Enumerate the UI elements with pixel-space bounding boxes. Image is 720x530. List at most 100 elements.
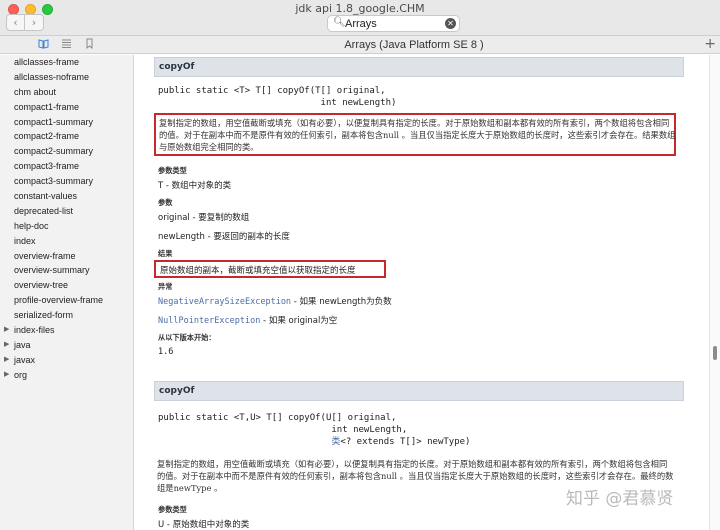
sidebar-item[interactable]: constant-values: [0, 189, 133, 204]
param-text: newLength - 要返回的副本的长度: [158, 232, 290, 242]
search-icon: 🔍︎: [333, 17, 346, 28]
sidebar-item[interactable]: serialized-form: [0, 308, 133, 323]
result-label: 结果: [158, 249, 173, 258]
type-param-item: U - 原始数组中对象的类: [154, 518, 249, 530]
sidebar-item-label: compact2-frame: [14, 131, 80, 142]
sidebar-item-label: allclasses-noframe: [14, 71, 90, 82]
method-header: copyOf: [154, 381, 684, 401]
sidebar-list: allclasses-frame allclasses-noframe chm ab…: [0, 55, 133, 383]
throws-label: 异常: [158, 282, 173, 291]
sidebar-item[interactable]: ▶ org: [0, 368, 133, 383]
highlight-box-description: 复制指定的数组，用空值截断或填充（如有必要），以便复制具有指定的长度。对于原始数…: [154, 113, 676, 156]
document-content: copyOf public static <T> T[] copyOf(T[] …: [134, 55, 709, 530]
sidebar-item-label: overview-frame: [14, 250, 76, 261]
sidebar-item-label: org: [14, 369, 28, 380]
book-icon[interactable]: [38, 38, 49, 51]
sidebar-item-label: serialized-form: [14, 310, 74, 321]
sidebar-item-label: constant-values: [14, 191, 78, 202]
sidebar-item[interactable]: compact1-summary: [0, 115, 133, 130]
sidebar-item-label: deprecated-list: [14, 205, 74, 216]
search-input[interactable]: [345, 16, 440, 31]
disclosure-triangle-icon[interactable]: ▶: [4, 323, 9, 338]
sidebar-item[interactable]: allclasses-noframe: [0, 70, 133, 85]
signature-line: int newLength): [158, 98, 397, 108]
sidebar-item[interactable]: overview-tree: [0, 278, 133, 293]
sidebar-item[interactable]: compact1-frame: [0, 100, 133, 115]
disclosure-triangle-icon[interactable]: ▶: [4, 338, 9, 353]
sidebar-item-label: java: [14, 339, 31, 350]
type-param-item: T - 数组中对象的类: [154, 179, 231, 191]
exception-link[interactable]: NullPointerException: [158, 316, 260, 326]
type-param-text: T - 数组中对象的类: [158, 181, 232, 191]
param-text: original - 要复制的数组: [158, 213, 250, 223]
disclosure-triangle-icon[interactable]: ▶: [4, 353, 9, 368]
throws-item: NegativeArraySizeException - 如果 newLengt…: [154, 295, 392, 307]
method-signature: public static <T> T[] copyOf(T[] origina…: [154, 85, 396, 109]
method-header: copyOf: [154, 57, 684, 77]
add-tab-icon[interactable]: +: [704, 36, 716, 52]
signature-line: int newLength,: [158, 425, 408, 435]
sidebar-item[interactable]: ▶ index-files: [0, 323, 133, 338]
sidebar-item-label: index-files: [14, 325, 55, 336]
sidebar-item[interactable]: chm about: [0, 85, 133, 100]
forward-button[interactable]: ›: [25, 14, 44, 31]
type-params-label: 参数类型: [158, 505, 187, 514]
search-field[interactable]: 🔍︎ ✕: [327, 15, 460, 32]
sidebar-item-label: help-doc: [14, 220, 49, 231]
param-item: newLength - 要返回的副本的长度: [154, 230, 290, 242]
sidebar-item-label: chm about: [14, 86, 57, 97]
vertical-scrollbar[interactable]: [709, 55, 720, 530]
signature-line: public static <T,U> T[] copyOf(U[] origi…: [158, 413, 397, 423]
sidebar-item[interactable]: overview-frame: [0, 249, 133, 264]
params-label: 参数: [158, 198, 173, 207]
disclosure-triangle-icon[interactable]: ▶: [4, 368, 9, 383]
tab-title[interactable]: Arrays (Java Platform SE 8 ): [134, 39, 694, 51]
highlight-box-result: 原始数组的副本，截断或填充空值以获取指定的长度: [154, 260, 386, 278]
scroll-thumb[interactable]: [713, 346, 717, 360]
method-signature: public static <T,U> T[] copyOf(U[] origi…: [154, 412, 470, 448]
sidebar-item-label: profile-overview-frame: [14, 295, 104, 306]
sidebar-item[interactable]: overview-summary: [0, 263, 133, 278]
sidebar-item[interactable]: ▶ javax: [0, 353, 133, 368]
sidebar-item[interactable]: compact2-summary: [0, 144, 133, 159]
throws-item: NullPointerException - 如果 original为空: [154, 314, 337, 326]
back-button[interactable]: ‹: [6, 14, 25, 31]
sidebar-item[interactable]: index: [0, 234, 133, 249]
watermark: 知乎 @君慕贤: [566, 489, 674, 509]
list-icon[interactable]: [61, 38, 72, 51]
signature-line: <? extends T[]> newType): [340, 437, 471, 447]
sidebar-item-label: compact3-summary: [14, 176, 94, 187]
sidebar-item-label: allclasses-frame: [14, 57, 80, 67]
sidebar-item[interactable]: help-doc: [0, 219, 133, 234]
sidebar-item-label: compact1-summary: [14, 116, 94, 127]
navigation-buttons: ‹ ›: [6, 14, 44, 31]
signature-line: public static <T> T[] copyOf(T[] origina…: [158, 86, 386, 96]
method-description: 复制指定的数组，用空值截断或填充（如有必要），以便复制具有指定的长度。对于原始数…: [159, 118, 676, 152]
sidebar-item-label: javax: [14, 354, 36, 365]
exception-desc: - 如果 original为空: [260, 316, 338, 326]
sidebar: allclasses-frame allclasses-noframe chm ab…: [0, 55, 134, 530]
signature-line-indent: [158, 437, 331, 447]
sidebar-item[interactable]: deprecated-list: [0, 204, 133, 219]
sidebar-item-label: overview-tree: [14, 280, 69, 291]
exception-desc: - 如果 newLength为负数: [291, 297, 392, 307]
sidebar-item[interactable]: profile-overview-frame: [0, 293, 133, 308]
sidebar-item-label: compact1-frame: [14, 101, 80, 112]
window-title: jdk api 1.8_google.CHM: [295, 2, 425, 15]
since-label: 从以下版本开始：: [158, 333, 216, 342]
sidebar-item-label: index: [14, 235, 36, 246]
sidebar-item[interactable]: compact3-frame: [0, 159, 133, 174]
sidebar-item[interactable]: compact3-summary: [0, 174, 133, 189]
exception-link[interactable]: NegativeArraySizeException: [158, 297, 291, 307]
method-block-copyof-1: copyOf: [154, 57, 684, 77]
type-params-label: 参数类型: [158, 166, 187, 175]
sidebar-item-label: compact3-frame: [14, 161, 80, 172]
bookmark-icon[interactable]: [84, 38, 95, 51]
sidebar-item[interactable]: allclasses-frame: [0, 55, 133, 70]
result-text: 原始数组的副本，截断或填充空值以获取指定的长度: [160, 266, 356, 276]
sidebar-item[interactable]: compact2-frame: [0, 129, 133, 144]
sidebar-item-label: overview-summary: [14, 265, 90, 276]
clear-icon[interactable]: ✕: [445, 18, 456, 29]
sidebar-item[interactable]: ▶ java: [0, 338, 133, 353]
sidebar-view-tabs: [38, 38, 95, 51]
